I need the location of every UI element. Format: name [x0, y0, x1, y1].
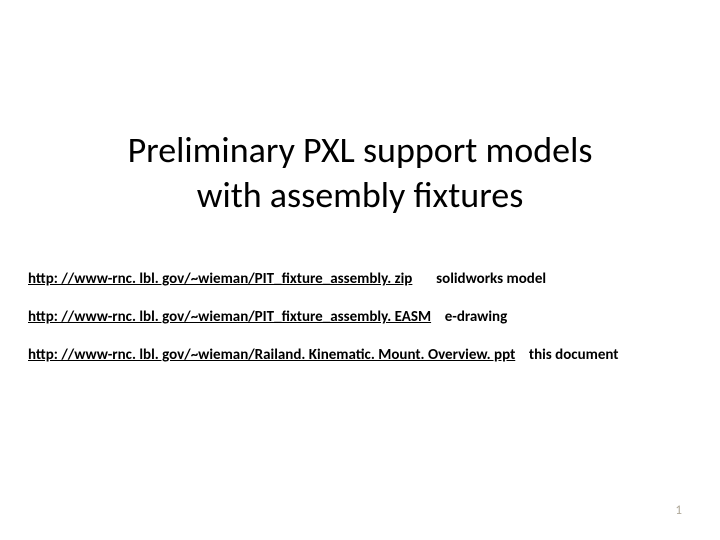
links-section: http: //www-rnc. lbl. gov/~wieman/PIT_fi… [28, 270, 692, 384]
link-3[interactable]: http: //www-rnc. lbl. gov/~wieman/Railan… [28, 346, 515, 364]
title-line-2: with assembly fixtures [197, 173, 524, 217]
link-2-desc: e-drawing [445, 308, 508, 326]
link-row-3: http: //www-rnc. lbl. gov/~wieman/Railan… [28, 346, 692, 364]
page-number: 1 [675, 503, 682, 518]
link-1-desc: solidworks model [436, 270, 546, 288]
link-3-desc: this document [529, 346, 619, 364]
link-2[interactable]: http: //www-rnc. lbl. gov/~wieman/PIT_fi… [28, 308, 431, 326]
link-row-2: http: //www-rnc. lbl. gov/~wieman/PIT_fi… [28, 308, 692, 326]
link-1[interactable]: http: //www-rnc. lbl. gov/~wieman/PIT_fi… [28, 270, 412, 288]
link-row-1: http: //www-rnc. lbl. gov/~wieman/PIT_fi… [28, 270, 692, 288]
slide-title: Preliminary PXL support models with asse… [0, 128, 720, 218]
title-line-1: Preliminary PXL support models [128, 128, 593, 172]
